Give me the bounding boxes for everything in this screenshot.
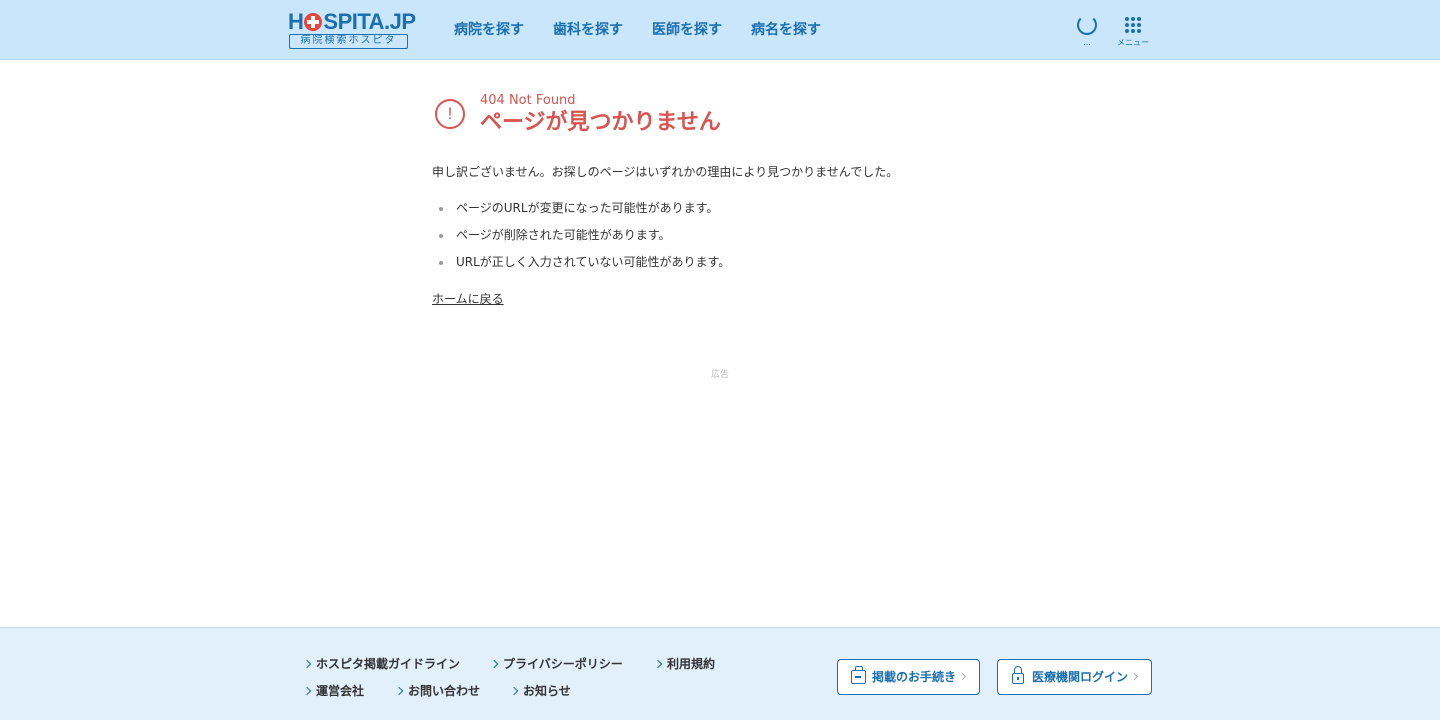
logo-subtitle: 病院検索ホスピタ bbox=[289, 34, 408, 49]
document-icon bbox=[851, 666, 866, 684]
chevron-right-icon bbox=[653, 659, 663, 669]
chevron-right-icon bbox=[1130, 672, 1139, 681]
institution-login-button[interactable]: 医療機関ログイン bbox=[997, 659, 1152, 695]
chevron-right-icon bbox=[394, 686, 404, 696]
footer-link-privacy[interactable]: プライバシーポリシー bbox=[489, 656, 623, 672]
site-logo[interactable]: H SPITA.JP 病院検索ホスピタ bbox=[288, 10, 416, 50]
footer-link-news[interactable]: お知らせ bbox=[509, 683, 571, 699]
chevron-right-icon bbox=[489, 659, 499, 669]
footer-link-terms[interactable]: 利用規約 bbox=[653, 656, 715, 672]
medical-cross-icon bbox=[304, 13, 323, 31]
main-nav: 病院を探す 歯科を探す 医師を探す 病名を探す bbox=[454, 20, 821, 40]
nav-find-dental[interactable]: 歯科を探す bbox=[553, 20, 623, 40]
institution-login-label: 医療機関ログイン bbox=[1032, 670, 1129, 684]
ad-label: 広告 bbox=[710, 370, 729, 380]
loading-spinner-icon bbox=[1077, 15, 1097, 35]
loading-label: ... bbox=[1083, 38, 1091, 47]
footer-link-guideline[interactable]: ホスピタ掲載ガイドライン bbox=[302, 656, 460, 672]
footer-link-contact[interactable]: お問い合わせ bbox=[394, 683, 480, 699]
listing-procedure-button[interactable]: 掲載のお手続き bbox=[837, 659, 980, 695]
page-title: ページが見つかりません bbox=[480, 110, 721, 135]
menu-button[interactable]: メニュー bbox=[1113, 14, 1153, 50]
footer-link-company[interactable]: 運営会社 bbox=[302, 683, 364, 699]
reason-list: ページのURLが変更になった可能性があります。 ページが削除された可能性がありま… bbox=[438, 199, 730, 280]
logo-wordmark: H SPITA.JP bbox=[288, 9, 416, 34]
loading-button[interactable]: ... bbox=[1067, 14, 1107, 50]
chevron-right-icon bbox=[509, 686, 519, 696]
nav-find-hospital[interactable]: 病院を探す bbox=[454, 20, 524, 40]
home-link[interactable]: ホームに戻る bbox=[432, 290, 504, 308]
chevron-right-icon bbox=[302, 659, 312, 669]
list-item: URLが正しく入力されていない可能性があります。 bbox=[438, 253, 730, 280]
error-code: 404 Not Found bbox=[480, 93, 576, 108]
list-item: ページが削除された可能性があります。 bbox=[438, 226, 730, 253]
grid-menu-icon bbox=[1125, 17, 1141, 33]
chevron-right-icon bbox=[302, 686, 312, 696]
list-item: ページのURLが変更になった可能性があります。 bbox=[438, 199, 730, 226]
exclamation-circle-icon: ! bbox=[435, 99, 465, 129]
listing-procedure-label: 掲載のお手続き bbox=[872, 670, 957, 684]
nav-find-disease[interactable]: 病名を探す bbox=[751, 20, 821, 40]
site-header: H SPITA.JP 病院検索ホスピタ 病院を探す 歯科を探す 医師を探す 病名を… bbox=[0, 0, 1440, 60]
menu-label: メニュー bbox=[1117, 38, 1149, 47]
lock-icon bbox=[1012, 666, 1024, 684]
chevron-right-icon bbox=[958, 672, 967, 681]
error-description: 申し訳ございません。お探しのページはいずれかの理由により見つかりませんでした。 bbox=[432, 165, 899, 179]
nav-find-doctor[interactable]: 医師を探す bbox=[652, 20, 722, 40]
site-footer: ホスピタ掲載ガイドライン プライバシーポリシー 利用規約 運営会社 お問い合わせ… bbox=[0, 627, 1440, 720]
